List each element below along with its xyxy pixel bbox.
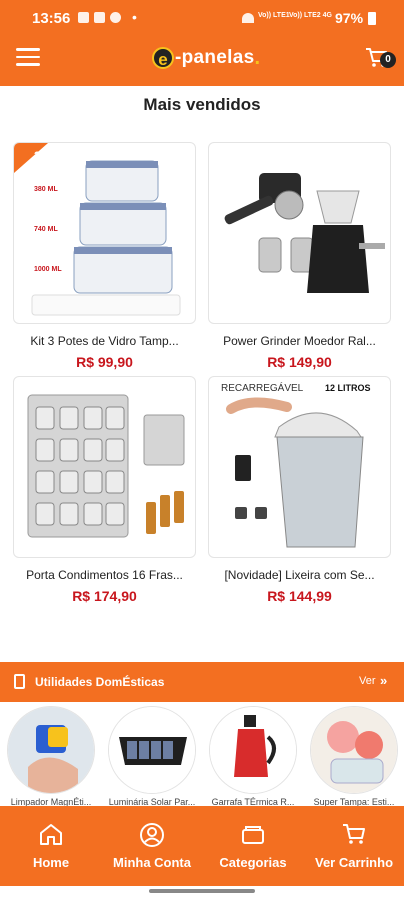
product-price: R$ 144,99 — [267, 588, 332, 604]
logo-dot: . — [254, 46, 261, 69]
status-bar: 13:56 • Vo)) LTE1 Vo)) LTE2 4G 97% — [0, 0, 404, 36]
product-image — [13, 376, 196, 558]
wifi-icon — [242, 13, 254, 23]
product-price: R$ 149,90 — [267, 354, 332, 370]
nav-categories[interactable]: Categorias — [210, 806, 296, 886]
category-item[interactable]: Garrafa TÉrmica R... — [208, 706, 298, 807]
category-image — [7, 706, 95, 794]
bottom-nav: Home Minha Conta Categorias Ver Carrinho — [0, 806, 404, 886]
double-chevron-right-icon[interactable]: » — [380, 673, 387, 688]
logo[interactable]: e -panelas . — [152, 44, 260, 72]
bookmark-icon — [14, 674, 25, 689]
nav-label: Ver Carrinho — [314, 855, 394, 870]
status-time: 13:56 — [32, 10, 71, 27]
nav-label: Home — [32, 855, 70, 870]
more-notifications-icon: • — [132, 9, 137, 25]
home-indicator[interactable] — [149, 889, 255, 893]
category-bar: Utilidades DomÉsticas Ver » — [0, 662, 404, 702]
section-title: Mais vendidos — [143, 95, 261, 114]
category-title: Utilidades DomÉsticas — [35, 675, 165, 689]
logo-text: -panelas — [175, 47, 255, 68]
product-name: Power Grinder Moedor Ral... — [223, 334, 376, 348]
notification-icons — [78, 12, 121, 23]
message-icon — [94, 12, 105, 23]
rechargeable-tag: RECARREGÁVEL — [221, 381, 304, 394]
cart-icon — [343, 824, 365, 844]
size-label-740: 740 ML — [34, 226, 58, 233]
product-image: RECARREGÁVEL 12 LITROS — [208, 376, 391, 558]
nav-home[interactable]: Home — [18, 806, 84, 886]
system-nav-bar — [0, 886, 404, 900]
nav-account[interactable]: Minha Conta — [104, 806, 200, 886]
header-cart-button[interactable]: 0 — [364, 46, 396, 72]
pack-count-tag: 3 — [34, 149, 41, 163]
product-card[interactable]: Porta Condimentos 16 Fras... R$ 174,90 — [13, 376, 196, 604]
battery-icon — [368, 12, 376, 25]
product-price: R$ 99,90 — [76, 354, 133, 370]
product-image: 3 380 ML 740 ML 1000 ML — [13, 142, 196, 324]
size-label-1000: 1000 ML — [34, 266, 62, 273]
user-icon — [140, 823, 164, 847]
category-image — [108, 706, 196, 794]
category-image — [310, 706, 398, 794]
product-image — [208, 142, 391, 324]
product-card[interactable]: RECARREGÁVEL 12 LITROS [Novidade] Lixeir… — [208, 376, 391, 604]
see-all-link[interactable]: Ver — [359, 675, 376, 687]
category-item[interactable]: Limpador MagnÉti... — [6, 706, 96, 807]
home-icon — [40, 824, 62, 845]
category-item[interactable]: Luminária Solar Par... — [107, 706, 197, 807]
product-name: [Novidade] Lixeira com Se... — [224, 568, 375, 582]
network-1: Vo)) LTE1 — [258, 12, 290, 19]
category-image — [209, 706, 297, 794]
product-card[interactable]: 3 380 ML 740 ML 1000 ML Kit 3 Potes de V… — [13, 142, 196, 370]
logo-mark: e — [152, 47, 174, 69]
product-name: Kit 3 Potes de Vidro Tamp... — [30, 334, 179, 348]
gallery-icon — [78, 12, 89, 23]
product-price: R$ 174,90 — [72, 588, 137, 604]
capacity-tag: 12 LITROS — [325, 383, 371, 393]
cart-count-badge: 0 — [380, 52, 396, 68]
app-header: 13:56 • Vo)) LTE1 Vo)) LTE2 4G 97% e -pa… — [0, 0, 404, 86]
nav-label: Minha Conta — [113, 855, 191, 870]
menu-button[interactable] — [16, 48, 40, 68]
battery-level: 97% — [335, 10, 364, 26]
size-label-380: 380 ML — [34, 186, 58, 193]
categories-icon — [242, 826, 264, 844]
network-2: Vo)) LTE2 4G — [289, 12, 332, 19]
category-item[interactable]: Super Tampa: Esti... — [309, 706, 399, 807]
product-card[interactable]: Power Grinder Moedor Ral... R$ 149,90 — [208, 142, 391, 370]
whatsapp-icon — [110, 12, 121, 23]
nav-cart[interactable]: Ver Carrinho — [308, 806, 400, 886]
nav-label: Categorias — [219, 855, 287, 870]
product-name: Porta Condimentos 16 Fras... — [26, 568, 183, 582]
